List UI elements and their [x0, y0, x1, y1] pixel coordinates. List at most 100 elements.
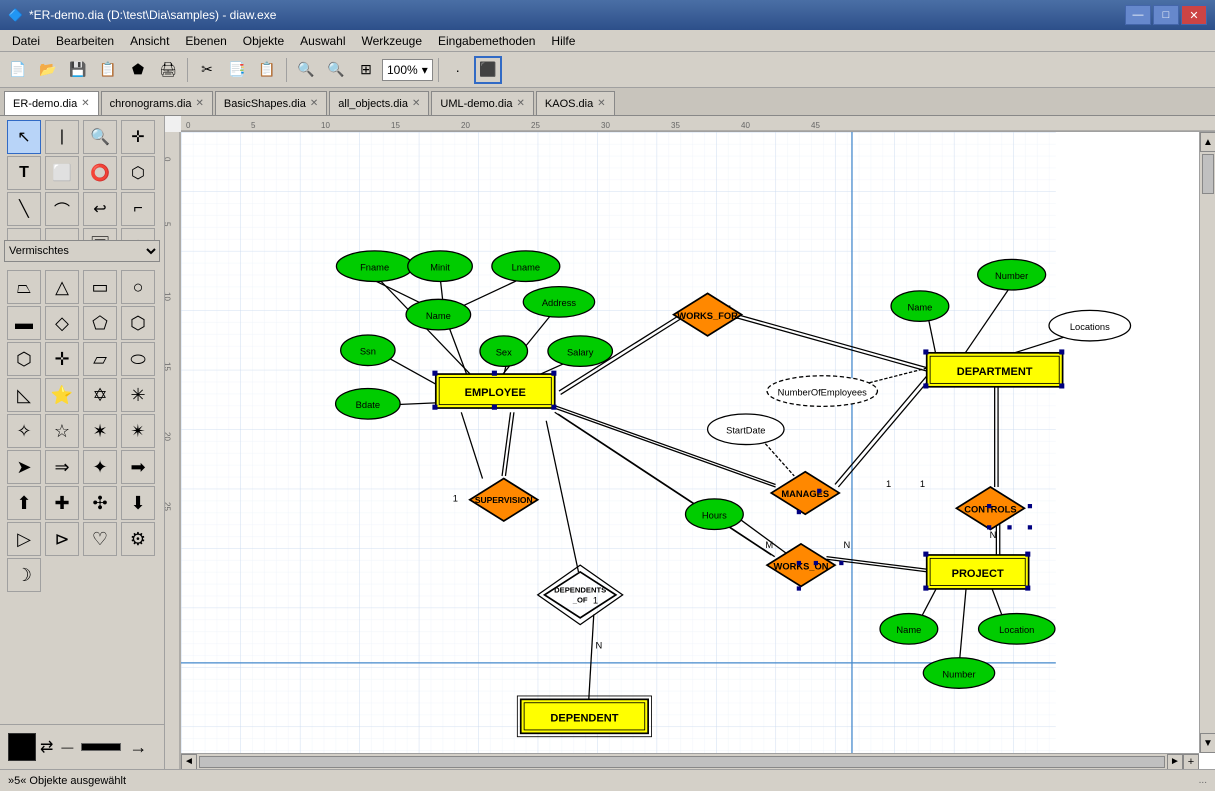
tab-kaos-close[interactable]: ✕	[597, 98, 605, 109]
tab-uml-demo[interactable]: UML-demo.dia ✕	[431, 91, 534, 115]
menu-eingabemethoden[interactable]: Eingabemethoden	[430, 32, 543, 50]
minimize-button[interactable]: —	[1125, 5, 1151, 25]
shape-trapezoid[interactable]: ⏢	[7, 270, 41, 304]
swap-colors-icon[interactable]: ⇄	[40, 737, 53, 757]
shape-asterisk[interactable]: ✴	[121, 414, 155, 448]
svg-text:0: 0	[165, 157, 172, 162]
menu-bearbeiten[interactable]: Bearbeiten	[48, 32, 122, 50]
tab-all-objects[interactable]: all_objects.dia ✕	[329, 91, 429, 115]
grid-button[interactable]: ⬛	[474, 56, 502, 84]
svg-text:Location: Location	[999, 625, 1034, 635]
tool-zigzag[interactable]: ↩	[83, 192, 117, 226]
save-button[interactable]: 💾	[64, 56, 92, 84]
shape-arrow-cross[interactable]: ✚	[45, 486, 79, 520]
tool-text[interactable]: T	[7, 156, 41, 190]
category-select[interactable]: Vermischtes	[4, 240, 160, 262]
tool-select[interactable]: ↖	[7, 120, 41, 154]
foreground-color[interactable]	[8, 733, 36, 761]
shape-arrow-radial[interactable]: ✣	[83, 486, 117, 520]
shape-arrow-right[interactable]: ➤	[7, 450, 41, 484]
arrow-style[interactable]: →	[129, 737, 147, 758]
diagram-canvas[interactable]: N 1 1 1 M N N 1 N 1 N EMPLOYEE DEPARTME	[181, 132, 1215, 769]
menu-objekte[interactable]: Objekte	[235, 32, 292, 50]
paste-button[interactable]: 📋	[253, 56, 281, 84]
shape-arrow-chevron[interactable]: ⬇	[121, 486, 155, 520]
zoom-in-button[interactable]: 🔍	[292, 56, 320, 84]
shape-arrow-double[interactable]: ⇒	[45, 450, 79, 484]
open-button[interactable]: 📂	[34, 56, 62, 84]
maximize-button[interactable]: □	[1153, 5, 1179, 25]
tool-polygon[interactable]: ⬡	[121, 156, 155, 190]
shapes-button[interactable]: ⬟	[124, 56, 152, 84]
shape-chevron[interactable]: ⊳	[45, 522, 79, 556]
shape-triangle[interactable]: △	[45, 270, 79, 304]
menu-werkzeuge[interactable]: Werkzeuge	[354, 32, 430, 50]
save-as-button[interactable]: 📋	[94, 56, 122, 84]
zoom-out-button[interactable]: 🔍	[322, 56, 350, 84]
tool-box[interactable]: ⬜	[45, 156, 79, 190]
toolbar-sep1	[187, 58, 188, 82]
svg-text:StartDate: StartDate	[726, 426, 765, 436]
shape-star5-outline[interactable]: ☆	[45, 414, 79, 448]
new-button[interactable]: 📄	[4, 56, 32, 84]
tab-er-demo-close[interactable]: ✕	[81, 98, 89, 109]
line-style[interactable]: —	[61, 740, 73, 754]
shape-star4-outline[interactable]: ✧	[7, 414, 41, 448]
shape-pentagon[interactable]: ⬠	[83, 306, 117, 340]
shape-hexagon[interactable]: ⬡	[121, 306, 155, 340]
menu-ansicht[interactable]: Ansicht	[122, 32, 177, 50]
close-button[interactable]: ✕	[1181, 5, 1207, 25]
tool-move[interactable]: ✛	[121, 120, 155, 154]
shape-rect[interactable]: ▭	[83, 270, 117, 304]
shape-parallelogram[interactable]: ▱	[83, 342, 117, 376]
menu-datei[interactable]: Datei	[4, 32, 48, 50]
copy-button[interactable]: 📑	[223, 56, 251, 84]
tool-magnify[interactable]: 🔍	[83, 120, 117, 154]
shape-circle[interactable]: ○	[121, 270, 155, 304]
shape-starburst[interactable]: ✳	[121, 378, 155, 412]
tab-chronograms[interactable]: chronograms.dia ✕	[101, 91, 213, 115]
tab-all-objects-close[interactable]: ✕	[412, 98, 420, 109]
shape-cylinder[interactable]: ⬭	[121, 342, 155, 376]
line-thickness[interactable]	[81, 743, 121, 751]
tab-basicshapes[interactable]: BasicShapes.dia ✕	[215, 91, 327, 115]
tab-chronograms-close[interactable]: ✕	[196, 98, 204, 109]
shape-octagon[interactable]: ⬡	[7, 342, 41, 376]
shape-diamond[interactable]: ◇	[45, 306, 79, 340]
menu-hilfe[interactable]: Hilfe	[543, 32, 583, 50]
shape-star6-outline[interactable]: ✶	[83, 414, 117, 448]
shape-arrow-block[interactable]: ➡	[121, 450, 155, 484]
shape-block-arrow[interactable]: ▷	[7, 522, 41, 556]
tool-ellipse[interactable]: ⭕	[83, 156, 117, 190]
shape-heart[interactable]: ♡	[83, 522, 117, 556]
svg-text:40: 40	[741, 121, 750, 130]
shape-star6[interactable]: ✡	[83, 378, 117, 412]
shape-star5[interactable]: ⭐	[45, 378, 79, 412]
vertical-scrollbar[interactable]: ▲ ▼	[1199, 132, 1215, 753]
svg-text:N: N	[990, 530, 997, 540]
shape-cross[interactable]: ✛	[45, 342, 79, 376]
shape-rounded-rect[interactable]: ▬	[7, 306, 41, 340]
menu-auswahl[interactable]: Auswahl	[292, 32, 353, 50]
zoom-dropdown-icon[interactable]: ▾	[422, 63, 428, 77]
tab-er-demo[interactable]: ER-demo.dia ✕	[4, 91, 99, 115]
tool-polyline[interactable]: ⌐	[121, 192, 155, 226]
zoom-fit-button[interactable]: ⊞	[352, 56, 380, 84]
shape-right-triangle[interactable]: ◺	[7, 378, 41, 412]
tool-line[interactable]: ╲	[7, 192, 41, 226]
shape-arrow-multi[interactable]: ✦	[83, 450, 117, 484]
app-icon: 🔷	[8, 8, 23, 22]
menu-ebenen[interactable]: Ebenen	[177, 32, 234, 50]
tab-uml-demo-close[interactable]: ✕	[517, 98, 525, 109]
shape-gear[interactable]: ⚙	[121, 522, 155, 556]
tab-kaos[interactable]: KAOS.dia ✕	[536, 91, 615, 115]
tool-text-cursor[interactable]: |	[45, 120, 79, 154]
print-button[interactable]: 🖨	[154, 56, 182, 84]
cut-button[interactable]: ✂	[193, 56, 221, 84]
shape-arrow-up[interactable]: ⬆	[7, 486, 41, 520]
shape-moon[interactable]: ☽	[7, 558, 41, 592]
horizontal-scrollbar[interactable]: ◄ ► +	[181, 753, 1199, 769]
snap-button[interactable]: ·	[444, 56, 472, 84]
tool-arc[interactable]: ⌒	[45, 192, 79, 226]
tab-basicshapes-close[interactable]: ✕	[310, 98, 318, 109]
